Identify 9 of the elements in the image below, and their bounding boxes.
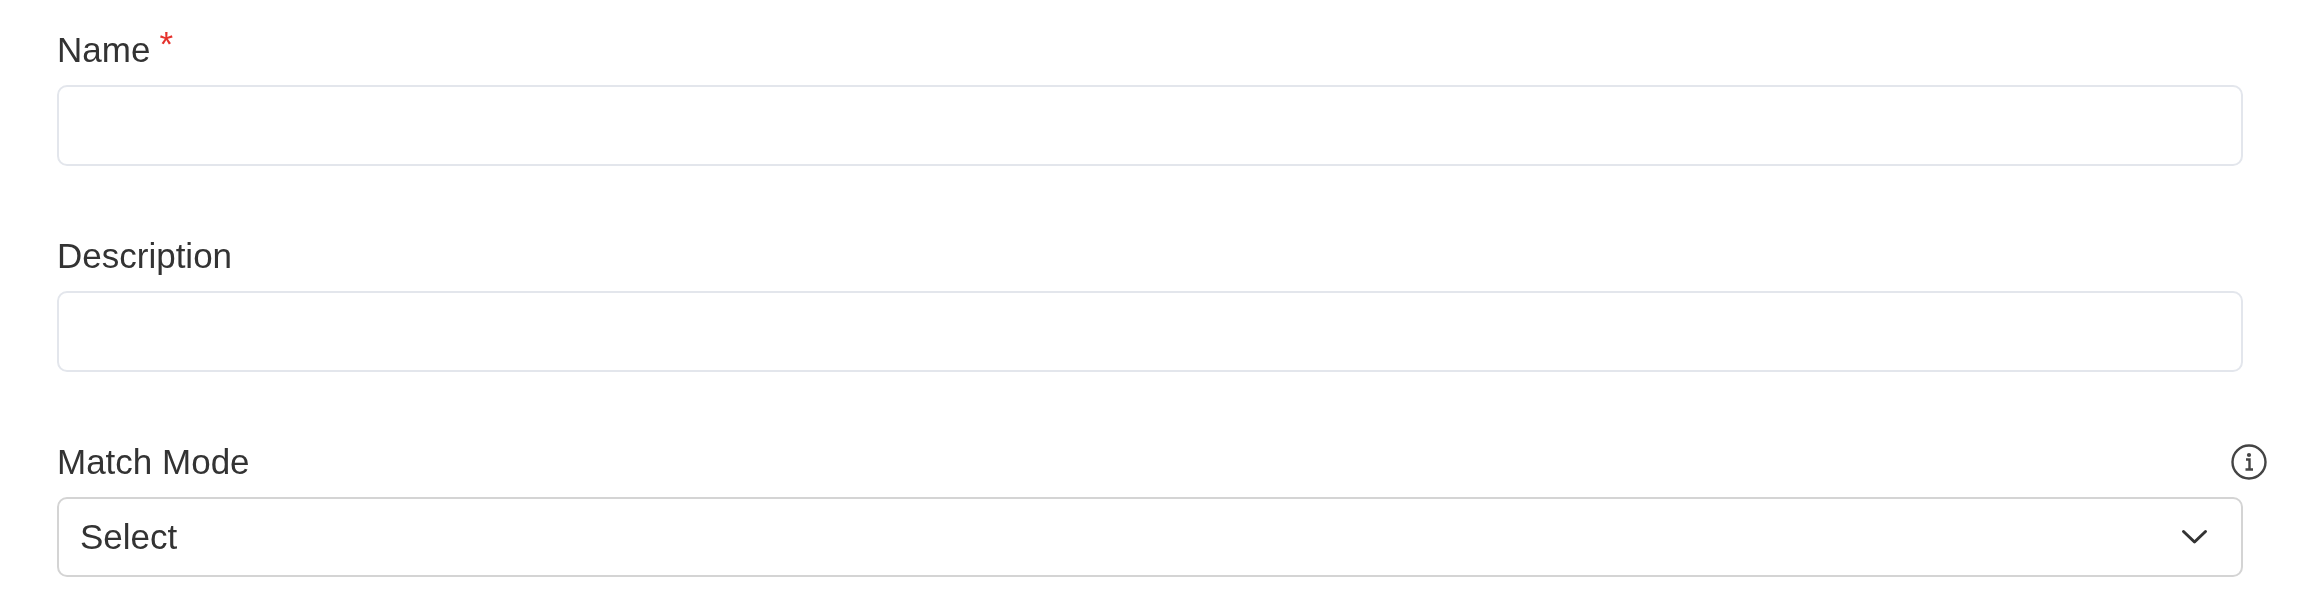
field-label: Name (57, 30, 151, 70)
required-mark: * (159, 28, 173, 65)
info-icon[interactable] (2231, 444, 2267, 480)
field-label: Description (57, 236, 233, 276)
text-input[interactable] (57, 291, 2243, 372)
field-label: Match Mode (57, 442, 250, 482)
select-dropdown[interactable]: Select (57, 497, 2243, 577)
chevron-down-icon (2181, 529, 2208, 545)
text-input[interactable] (57, 85, 2243, 166)
